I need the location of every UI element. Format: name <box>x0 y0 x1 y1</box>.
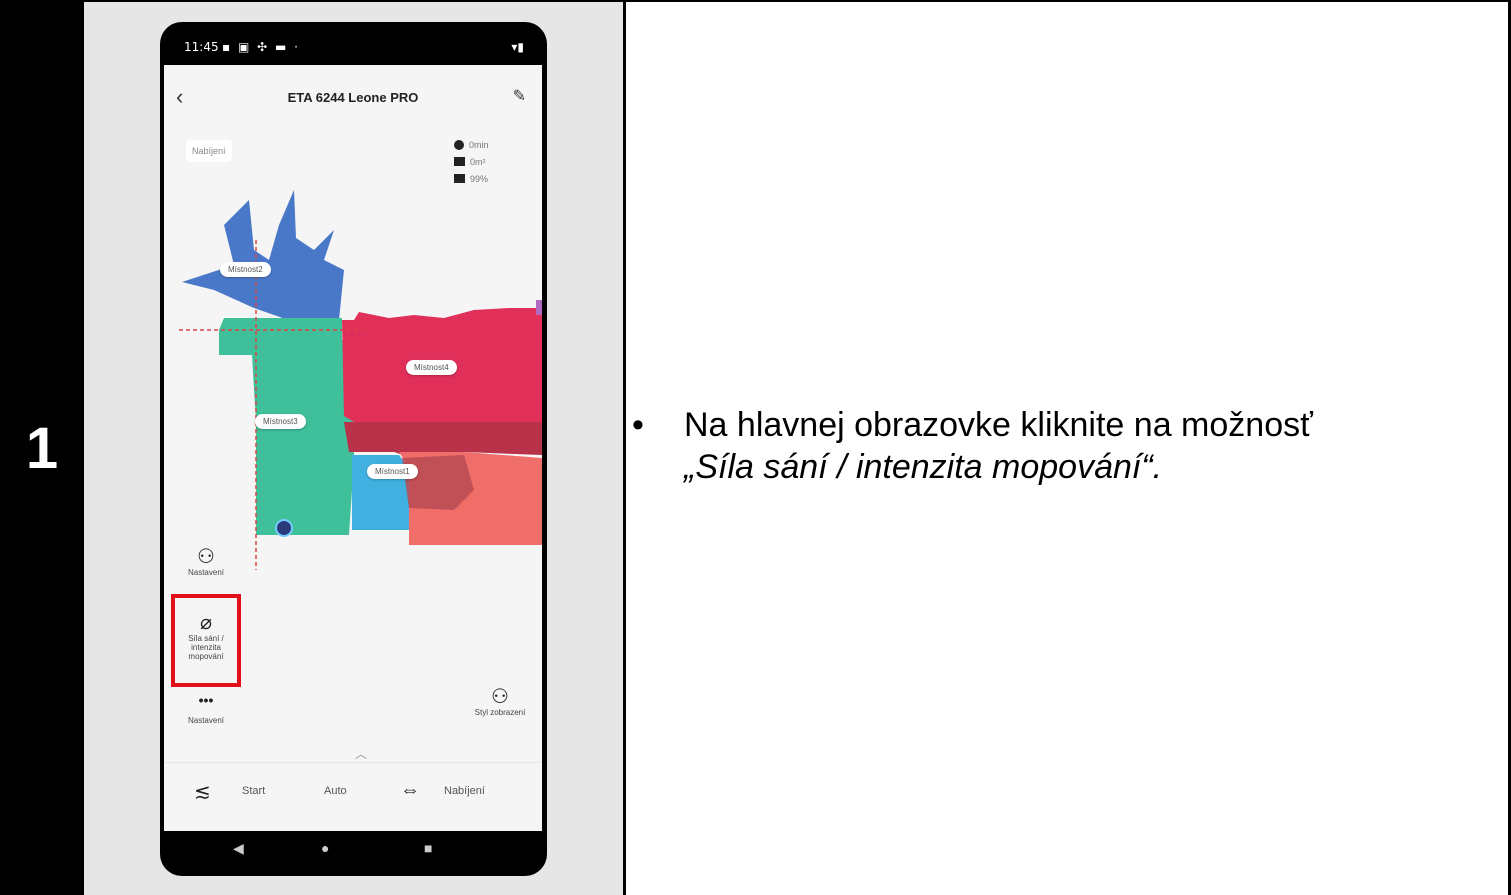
status-time: 11:45 <box>184 40 219 54</box>
map-edit-button[interactable]: ⚇ Nastavení <box>176 544 236 577</box>
info-battery: 99% <box>454 170 489 187</box>
step-number: 1 <box>25 416 59 481</box>
charge-button[interactable]: Nabíjení <box>444 785 485 797</box>
android-nav-bar: ◀ ● ■ <box>164 830 542 870</box>
highlight-box <box>171 594 241 687</box>
nav-recents-icon[interactable]: ■ <box>424 840 432 856</box>
room-2-area <box>182 190 344 322</box>
step-column: 1 <box>0 0 84 895</box>
app-header: ‹ ETA 6244 Leone PRO ✎ <box>164 80 542 116</box>
bullet: • <box>632 406 644 444</box>
wifi-battery-icon: ▾▮ <box>511 40 524 54</box>
map-edit-icon: ⚇ <box>197 546 215 568</box>
display-style-button[interactable]: ⚇ Styl zobrazení <box>470 684 530 717</box>
info-time: 0min <box>454 136 489 153</box>
more-dots-icon: ••• <box>198 692 214 708</box>
charge-icon[interactable]: ⇔ <box>400 779 420 802</box>
info-area: 0m² <box>454 153 489 170</box>
start-cleaning-icon[interactable]: ≲ <box>194 779 211 804</box>
robot-dock-icon <box>275 519 293 537</box>
room-label-3[interactable]: Místnost3 <box>255 414 306 429</box>
battery-icon <box>454 174 465 183</box>
settings-button[interactable]: ••• Nastavení <box>176 692 236 725</box>
mode-button[interactable]: Auto <box>324 785 347 797</box>
bottom-control-bar: ≲ Start Auto ⇔ Nabíjení <box>164 762 542 831</box>
status-icons: ▪ ▣ ✣ ▬ · <box>222 40 300 54</box>
clock-icon <box>454 139 464 150</box>
cleaning-info: 0min 0m² 99% <box>454 136 489 187</box>
area-icon <box>454 157 465 166</box>
status-bar: 11:45 ▪ ▣ ✣ ▬ · ▾▮ <box>184 38 524 58</box>
nav-home-icon[interactable]: ● <box>321 840 329 856</box>
robot-state-label: Nabíjení <box>186 140 232 162</box>
chevron-up-icon[interactable]: ︿ <box>350 745 372 761</box>
room-edge-strip <box>536 300 542 315</box>
display-style-icon: ⚇ <box>491 686 509 708</box>
edit-pencil-icon[interactable]: ✎ <box>513 86 526 106</box>
room-label-1[interactable]: Místnost1 <box>367 464 418 479</box>
instruction-line-1: Na hlavnej obrazovke kliknite na možnosť <box>684 406 1313 444</box>
start-button[interactable]: Start <box>242 785 265 797</box>
instruction-line-2: „Síla sání / intenzita mopování“. <box>684 448 1163 486</box>
nav-back-icon[interactable]: ◀ <box>233 840 244 857</box>
device-title: ETA 6244 Leone PRO <box>287 90 419 105</box>
cleaning-map <box>179 190 542 570</box>
room-label-2[interactable]: Místnost2 <box>220 262 271 277</box>
room-label-4[interactable]: Místnost4 <box>406 360 457 375</box>
